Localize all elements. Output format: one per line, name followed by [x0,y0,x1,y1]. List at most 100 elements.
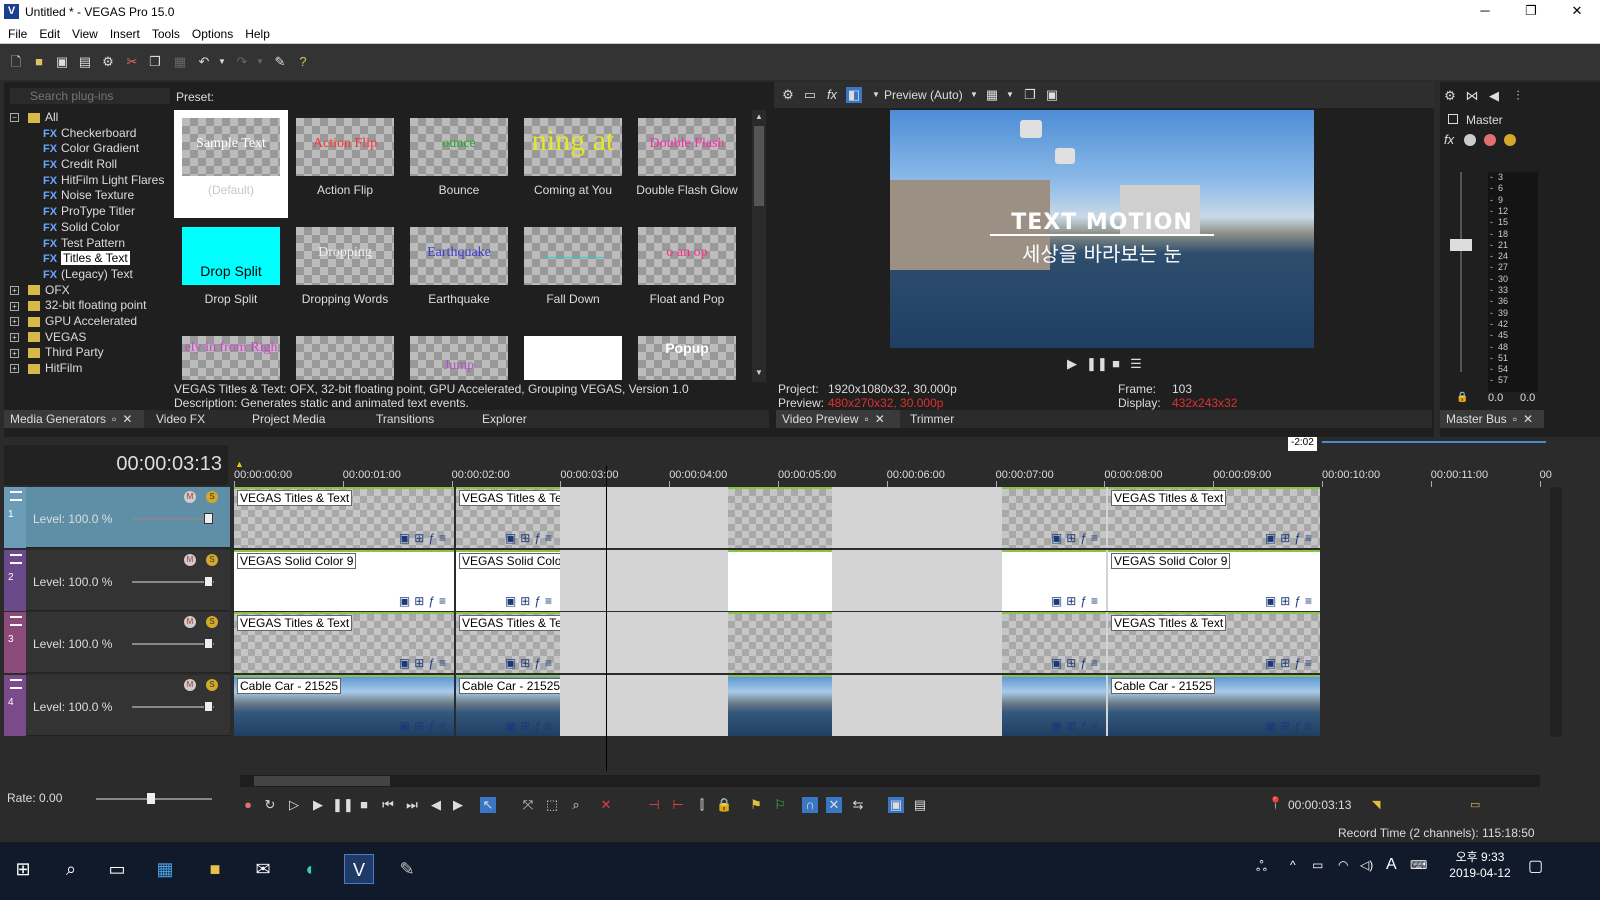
play-from-start-icon[interactable]: ▷ [286,797,302,813]
solo-icon[interactable]: S [206,678,218,691]
preset-tile[interactable]: Menace [516,328,630,380]
preset-tile[interactable]: ounce Bounce [402,110,516,218]
track-header[interactable]: 3 Level: 100.0 % M S [4,612,230,673]
rate-knob[interactable] [147,793,155,804]
auto-crossfade-icon[interactable]: ✕ [826,797,842,813]
paste-icon[interactable]: ▦ [172,54,188,70]
timeline-clip[interactable]: Cable Car - 21525 ▣⊞ƒ≡ [456,674,560,736]
timeline-clip[interactable]: ▣⊞ƒ≡ [1002,674,1106,736]
tree-item[interactable]: + OFX [10,283,174,299]
snapping-icon[interactable]: ∩ [802,797,818,813]
expand-icon[interactable]: + [10,317,19,327]
clock-date[interactable]: 2019-04-12 [1444,866,1516,880]
menu-file[interactable]: File [2,24,33,44]
track-menu-icon[interactable] [10,678,22,689]
preset-tile[interactable]: Jump [402,328,516,380]
copy-snapshot-icon[interactable]: ❐ [1022,87,1038,103]
level-slider[interactable] [132,518,214,520]
stop-icon[interactable]: ■ [1108,356,1124,372]
maximize-button[interactable]: ❐ [1508,0,1554,24]
redo-dropdown-icon[interactable]: ▼ [252,54,268,70]
tree-item[interactable]: +32-bit floating point [10,298,174,314]
properties-icon[interactable]: ✎ [272,54,288,70]
level-slider[interactable] [132,580,214,583]
event-pan-crop-icon[interactable]: ▣ [888,797,904,813]
pause-icon[interactable]: ❚❚ [332,797,354,813]
clip-fx-icons[interactable]: ▣⊞ƒ≡ [505,656,556,670]
tree-item[interactable]: FX Credit Roll [10,157,174,173]
timeline-clip[interactable]: VEGAS Titles & Text ▣⊞ƒ≡ [1108,612,1320,673]
tree-item[interactable]: FX (Legacy) Text [10,267,174,283]
master-fader[interactable] [1450,239,1472,251]
track-menu-icon[interactable] [10,616,22,626]
expand-icon[interactable]: + [10,301,19,311]
time-ruler[interactable]: 00:00:00:00 00:00:01:00 00:00:02:00 00:00:0… [234,467,1552,487]
timeline-clip[interactable]: VEGAS Titles & Text ▣⊞ƒ≡ [234,612,454,673]
track-lane[interactable]: VEGAS Titles & Text▣⊞ƒ≡VEGAS Titles & Te… [234,487,1550,549]
timeline-clip[interactable]: VEGAS Titles & Text ▣⊞ƒ≡ [456,612,560,673]
clip-fx-icons[interactable]: ▣⊞ƒ≡ [1051,531,1102,545]
tray-chevron-icon[interactable]: ^ [1290,858,1296,872]
track-lane[interactable]: VEGAS Solid Color 9▣⊞ƒ≡ VEGAS Solid Color… [234,549,1550,612]
undo-icon[interactable]: ↶ [196,54,212,70]
lock-icon[interactable]: 🔒 [716,797,732,813]
timeline-vscroll[interactable] [1550,487,1562,737]
redo-icon[interactable]: ↷ [234,54,250,70]
new-file-icon[interactable]: 🗋 [8,54,24,70]
timeline-clip[interactable] [728,487,832,548]
track-lane[interactable]: Cable Car - 21525 ▣⊞ƒ≡ Cable Car - 21525 ▣⊞… [234,674,1550,737]
level-knob[interactable] [204,700,213,712]
collapse-icon[interactable]: − [10,113,19,123]
clip-fx-icons[interactable]: ▣⊞ƒ≡ [399,719,450,733]
loop-playback-icon[interactable]: ↻ [262,797,278,813]
timeline-clip[interactable]: VEGAS Solid Color 9 ▣⊞ƒ≡ [456,549,560,611]
normal-edit-tool-icon[interactable]: ↖ [480,797,496,813]
mute-icon[interactable]: M [184,616,196,628]
grid-icon[interactable]: ▦ [984,87,1000,103]
tree-item[interactable]: FX Titles & Text [10,251,174,267]
track-header[interactable]: 2 Level: 100.0 % M S [4,549,230,611]
windows-start-icon[interactable]: ⊞ [8,854,38,884]
gear-icon[interactable]: ⚙ [780,87,796,103]
speaker-icon[interactable]: ◀ [1486,88,1502,104]
copy-icon[interactable]: ❐ [147,54,163,70]
clip-fx-icons[interactable]: ▣⊞ƒ≡ [1265,656,1316,670]
minimize-button[interactable]: ─ [1462,0,1508,24]
clip-fx-icons[interactable]: ▣⊞ƒ≡ [505,531,556,545]
tree-item[interactable]: FX Noise Texture [10,188,174,204]
preset-tile[interactable]: Double Flash Double Flash Glow [630,110,744,218]
timeline-clip[interactable] [728,674,832,736]
stop-icon[interactable]: ■ [356,797,372,813]
clip-fx-icons[interactable]: ▣⊞ƒ≡ [399,531,450,545]
track-lane[interactable]: VEGAS Titles & Text▣⊞ƒ≡VEGAS Titles & Te… [234,612,1550,674]
timeline-clip[interactable]: Cable Car - 21525 ▣⊞ƒ≡ [234,674,454,736]
menu-options[interactable]: Options [186,24,239,44]
tree-item[interactable]: + HitFilm [10,361,174,377]
master-checkbox[interactable] [1448,114,1458,124]
save-snapshot-icon[interactable]: ▣ [1044,87,1060,103]
menu-edit[interactable]: Edit [33,24,66,44]
cut-icon[interactable]: ✂ [124,54,140,70]
timeline-clip[interactable]: VEGAS Titles & Text ▣⊞ƒ≡ [234,487,454,548]
mixer-icon[interactable]: ⫶ [1510,88,1526,104]
tree-item[interactable]: + Third Party [10,345,174,361]
tab-media-generators[interactable]: Media Generators ▫ ✕ [4,410,144,428]
track-header[interactable]: 4 Level: 100.0 % M S [4,674,230,736]
preset-tile[interactable]: Popup [630,328,744,380]
region-icon[interactable]: ⚐ [772,797,788,813]
clock-time[interactable]: 오후 9:33 [1450,848,1510,865]
task-view-icon[interactable]: ▭ [102,854,132,884]
ime-indicator[interactable]: A [1386,856,1397,874]
solo-icon[interactable]: S [206,616,218,628]
timeline-clip[interactable]: VEGAS Solid Color 9 ▣⊞ƒ≡ [1108,549,1320,611]
pause-icon[interactable]: ❚❚ [1086,356,1108,372]
timeline-clip[interactable] [728,612,832,673]
timeline-hscroll[interactable] [240,775,1540,787]
search-input[interactable] [10,88,170,104]
selection-tool-icon[interactable]: ⬚ [544,797,560,813]
loop-region-bar[interactable] [1322,441,1546,443]
settings-icon[interactable] [1464,134,1476,146]
split-dropdown-icon[interactable]: ▼ [868,87,884,103]
edge-icon[interactable]: ◐ [296,854,326,884]
media-fx-icon[interactable]: ▤ [912,797,928,813]
